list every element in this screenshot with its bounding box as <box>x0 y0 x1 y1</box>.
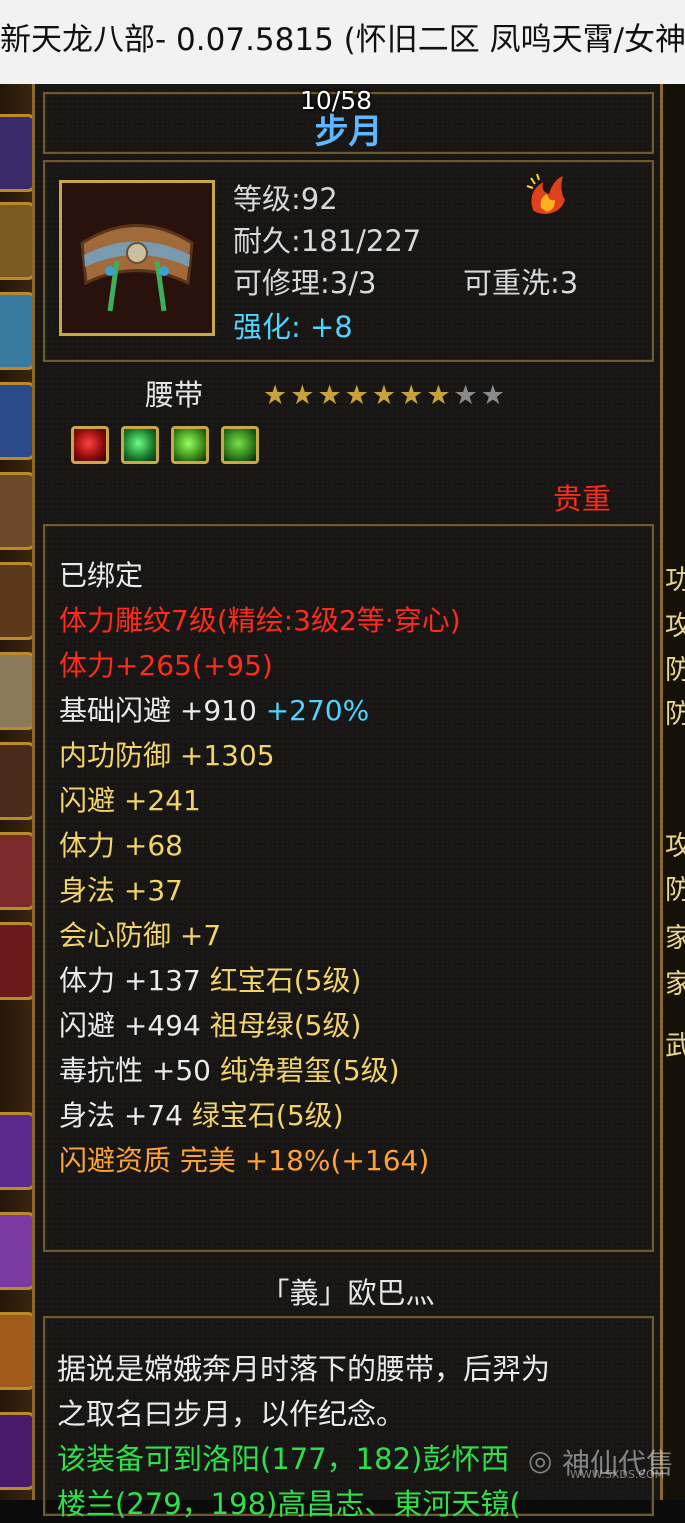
right-strip-char: 防 <box>665 699 685 730</box>
description-line: 楼兰(279，198)高昌志、東河天镜( <box>57 1487 521 1521</box>
left-skill-strip <box>0 84 32 1500</box>
right-strip-char: 防 <box>665 875 685 906</box>
gem-attribute-line: 闪避 +494 祖母绿(5级) <box>59 1004 361 1044</box>
gem-slot-emerald-icon <box>121 426 159 464</box>
item-repair-count: 可修理:3/3 <box>233 266 377 300</box>
item-tooltip-panel: 步月 等级:92 耐久:181/227 可修理:3/3 可重洗:3 强化: +8… <box>32 84 663 1521</box>
skill-slot-icon[interactable] <box>0 202 32 280</box>
attribute-text: 体力 +137 <box>59 964 210 997</box>
skill-slot-icon[interactable] <box>0 1212 32 1290</box>
skill-slot-icon[interactable] <box>0 1312 32 1390</box>
gem-attribute-line: 毒抗性 +50 纯净碧玺(5级) <box>59 1049 400 1089</box>
item-rewash-count: 可重洗:3 <box>463 266 579 300</box>
attribute-bonus: +270% <box>265 694 370 727</box>
gem-slot-green-icon <box>221 426 259 464</box>
attribute-text: 毒抗性 +50 <box>59 1054 220 1087</box>
flame-emblem-icon <box>523 170 569 216</box>
star-icon: ★ <box>480 380 508 411</box>
attribute-line: 内功防御 +1305 <box>59 739 275 772</box>
gem-attribute-line: 体力 +137 红宝石(5级) <box>59 959 361 999</box>
right-strip-char: 攻 <box>665 611 685 642</box>
skill-slot-icon[interactable] <box>0 742 32 820</box>
attribute-line: 体力雕纹7级(精绘:3级2等·穿心) <box>59 604 461 637</box>
star-icon: ★ <box>263 380 291 411</box>
skill-slot-icon[interactable] <box>0 922 32 1000</box>
item-durability: 耐久:181/227 <box>233 224 422 258</box>
star-icon: ★ <box>290 380 318 411</box>
description-line: 据说是嫦娥奔月时落下的腰带，后羿为 <box>57 1352 551 1386</box>
star-icon: ★ <box>399 380 427 411</box>
attribute-text: 基础闪避 +910 <box>59 694 266 727</box>
right-side-panel: 功 攻 防 防 攻 防 家 家 武 <box>663 84 685 1500</box>
watermark-url: WWW.SXDS.COM <box>570 1468 665 1481</box>
attribute-text: 身法 +74 <box>59 1099 192 1132</box>
window-title-bar: 新天龙八部- 0.07.5815 (怀旧二区 凤鸣天霄/女神 <box>0 0 685 84</box>
skill-slot-icon[interactable] <box>0 652 32 730</box>
right-strip-char: 防 <box>665 655 685 686</box>
gem-slot-ruby-icon <box>71 426 109 464</box>
attribute-line: 基础闪避 +910 +270% <box>59 689 369 729</box>
right-strip-char: 功 <box>665 565 685 596</box>
star-rating: ★★★★★★★★★ <box>263 380 508 411</box>
attribute-line: 身法 +37 <box>59 874 183 907</box>
watermark-logo-icon: ◎ <box>528 1444 553 1477</box>
skill-slot-icon[interactable] <box>0 1112 32 1190</box>
skill-slot-icon[interactable] <box>0 1412 32 1490</box>
gem-name: 绿宝石(5级) <box>191 1099 344 1132</box>
window-title: 新天龙八部- 0.07.5815 (怀旧二区 凤鸣天霄/女神 <box>0 22 685 58</box>
star-icon: ★ <box>453 380 481 411</box>
attribute-line: 闪避 +241 <box>59 784 201 817</box>
item-enhance-level: 强化: +8 <box>233 310 353 344</box>
item-rarity: 贵重 <box>553 482 612 516</box>
belt-icon <box>62 183 212 333</box>
watermark: ◎ 神仙代售 WWW.SXDS.COM <box>528 1442 678 1492</box>
aptitude-line: 闪避资质 完美 +18%(+164) <box>59 1144 430 1177</box>
right-strip-char: 武 <box>665 1031 685 1062</box>
attribute-text: 闪避 +494 <box>59 1009 210 1042</box>
item-type: 腰带 <box>145 378 204 412</box>
belt-item-icon <box>59 180 215 336</box>
maker-name: 「義」欧巴灬 <box>260 1276 435 1310</box>
right-strip-char: 家 <box>665 923 685 954</box>
skill-slot-icon[interactable] <box>0 114 32 192</box>
skill-slot-icon[interactable] <box>0 562 32 640</box>
gem-name: 祖母绿(5级) <box>209 1009 362 1042</box>
right-strip-char: 家 <box>665 969 685 1000</box>
star-icon: ★ <box>426 380 454 411</box>
star-icon: ★ <box>371 380 400 411</box>
skill-slot-icon[interactable] <box>0 382 32 460</box>
skill-slot-icon[interactable] <box>0 292 32 370</box>
star-icon: ★ <box>344 380 372 411</box>
attribute-line: 体力 +68 <box>59 829 183 862</box>
item-level: 等级:92 <box>233 182 338 216</box>
star-icon: ★ <box>317 380 345 411</box>
gem-name: 纯净碧玺(5级) <box>219 1054 400 1087</box>
bind-status: 已绑定 <box>59 559 144 592</box>
page-counter: 10/58 <box>300 86 373 115</box>
gem-attribute-line: 身法 +74 绿宝石(5级) <box>59 1094 344 1134</box>
gem-slot-tourmaline-icon <box>171 426 209 464</box>
right-strip-char: 攻 <box>665 831 685 862</box>
attribute-line: 会心防御 +7 <box>59 919 222 952</box>
description-line: 该装备可到洛阳(177，182)彭怀西 <box>57 1442 510 1476</box>
skill-slot-icon[interactable] <box>0 832 32 910</box>
description-line: 之取名曰步月，以作纪念。 <box>57 1397 406 1431</box>
attribute-line: 体力+265(+95) <box>59 649 273 682</box>
skill-slot-icon[interactable] <box>0 472 32 550</box>
gem-name: 红宝石(5级) <box>209 964 362 997</box>
